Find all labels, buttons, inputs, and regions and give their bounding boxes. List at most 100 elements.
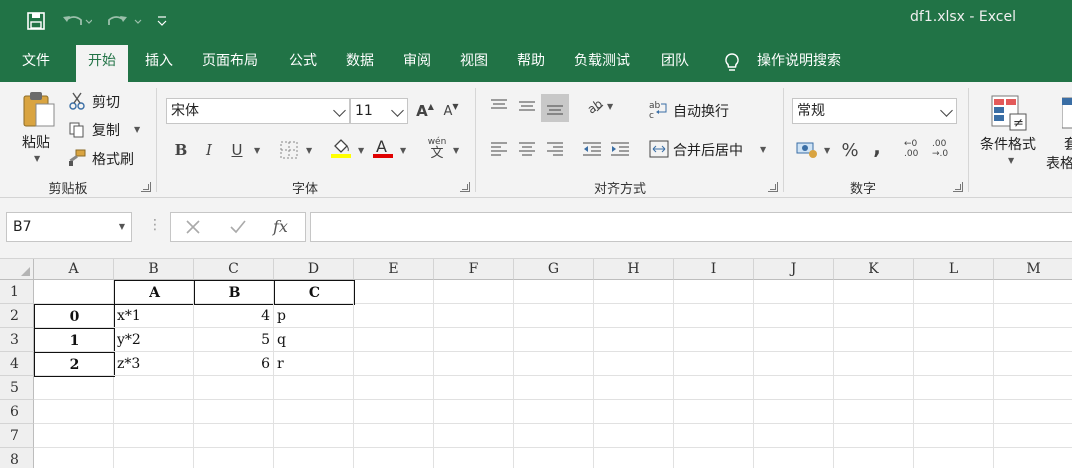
- cell-C3[interactable]: 5: [194, 328, 274, 352]
- orientation-icon[interactable]: ab: [584, 95, 606, 117]
- font-launcher-icon[interactable]: [460, 182, 470, 192]
- cell-B1[interactable]: A: [114, 280, 195, 305]
- cut-button[interactable]: 剪切: [92, 92, 120, 112]
- conditional-formatting-dropdown-icon[interactable]: ▼: [1008, 156, 1014, 165]
- empty-cell[interactable]: [34, 448, 114, 468]
- grow-font-button[interactable]: A ▲: [414, 100, 436, 122]
- decrease-indent-icon[interactable]: [581, 138, 603, 160]
- col-header-J[interactable]: J: [754, 259, 834, 280]
- tab-view[interactable]: 视图: [448, 45, 500, 82]
- align-center-icon[interactable]: [516, 138, 538, 160]
- empty-cell[interactable]: [834, 376, 914, 400]
- empty-cell[interactable]: [834, 304, 914, 328]
- empty-cell[interactable]: [274, 424, 354, 448]
- undo-icon[interactable]: [62, 10, 92, 32]
- font-name-select[interactable]: 宋体: [166, 98, 350, 124]
- col-header-C[interactable]: C: [194, 259, 274, 280]
- cell-D1[interactable]: C: [274, 280, 355, 305]
- empty-cell[interactable]: [434, 376, 514, 400]
- row-header-5[interactable]: 5: [0, 376, 34, 400]
- empty-cell[interactable]: [754, 328, 834, 352]
- empty-cell[interactable]: [514, 328, 594, 352]
- align-middle-icon[interactable]: [516, 95, 538, 117]
- empty-cell[interactable]: [754, 304, 834, 328]
- cell-A3[interactable]: 1: [34, 328, 115, 353]
- paste-icon[interactable]: [22, 90, 56, 134]
- empty-cell[interactable]: [674, 280, 754, 304]
- increase-indent-icon[interactable]: [609, 138, 631, 160]
- tab-page-layout[interactable]: 页面布局: [190, 45, 270, 82]
- empty-cell[interactable]: [34, 376, 114, 400]
- insert-function-icon[interactable]: fx: [273, 217, 288, 236]
- empty-cell[interactable]: [914, 448, 994, 468]
- format-as-table-button-partial[interactable]: 套: [1064, 134, 1072, 154]
- format-as-table-button-partial-2[interactable]: 表格: [1046, 153, 1072, 173]
- empty-cell[interactable]: [594, 280, 674, 304]
- cell-B4[interactable]: z*3: [114, 352, 194, 376]
- row-header-2[interactable]: 2: [0, 304, 34, 328]
- empty-cell[interactable]: [434, 448, 514, 468]
- empty-cell[interactable]: [34, 280, 114, 304]
- empty-cell[interactable]: [994, 448, 1072, 468]
- empty-cell[interactable]: [994, 328, 1072, 352]
- empty-cell[interactable]: [194, 448, 274, 468]
- paste-button[interactable]: 粘贴: [22, 132, 50, 152]
- empty-cell[interactable]: [514, 424, 594, 448]
- empty-cell[interactable]: [914, 376, 994, 400]
- empty-cell[interactable]: [354, 328, 434, 352]
- empty-cell[interactable]: [994, 376, 1072, 400]
- fill-color-dropdown-icon[interactable]: ▼: [358, 146, 364, 155]
- empty-cell[interactable]: [994, 280, 1072, 304]
- row-header-6[interactable]: 6: [0, 400, 34, 424]
- empty-cell[interactable]: [274, 448, 354, 468]
- redo-icon[interactable]: [106, 10, 142, 32]
- confirm-entry-icon[interactable]: [229, 219, 247, 239]
- col-header-K[interactable]: K: [834, 259, 914, 280]
- empty-cell[interactable]: [674, 400, 754, 424]
- empty-cell[interactable]: [274, 376, 354, 400]
- empty-cell[interactable]: [754, 280, 834, 304]
- paste-dropdown-icon[interactable]: ▼: [34, 154, 40, 163]
- align-top-icon[interactable]: [488, 95, 510, 117]
- empty-cell[interactable]: [354, 448, 434, 468]
- empty-cell[interactable]: [754, 400, 834, 424]
- tab-formulas[interactable]: 公式: [277, 45, 329, 82]
- empty-cell[interactable]: [514, 376, 594, 400]
- col-header-B[interactable]: B: [114, 259, 194, 280]
- underline-button[interactable]: U: [226, 139, 248, 161]
- col-header-F[interactable]: F: [434, 259, 514, 280]
- empty-cell[interactable]: [114, 376, 194, 400]
- phonetic-dropdown-icon[interactable]: ▼: [453, 146, 459, 155]
- tab-file[interactable]: 文件: [10, 45, 62, 82]
- empty-cell[interactable]: [594, 376, 674, 400]
- empty-cell[interactable]: [834, 352, 914, 376]
- align-bottom-icon[interactable]: [541, 94, 569, 122]
- empty-cell[interactable]: [834, 448, 914, 468]
- row-header-7[interactable]: 7: [0, 424, 34, 448]
- empty-cell[interactable]: [914, 400, 994, 424]
- name-box[interactable]: B7 ▼: [6, 212, 132, 242]
- align-left-icon[interactable]: [488, 138, 510, 160]
- number-launcher-icon[interactable]: [953, 182, 963, 192]
- empty-cell[interactable]: [674, 448, 754, 468]
- empty-cell[interactable]: [194, 400, 274, 424]
- empty-cell[interactable]: [354, 376, 434, 400]
- fill-color-icon[interactable]: [330, 137, 352, 159]
- empty-cell[interactable]: [434, 328, 514, 352]
- empty-cell[interactable]: [754, 424, 834, 448]
- empty-cell[interactable]: [674, 376, 754, 400]
- empty-cell[interactable]: [34, 424, 114, 448]
- empty-cell[interactable]: [914, 352, 994, 376]
- cell-C2[interactable]: 4: [194, 304, 274, 328]
- empty-cell[interactable]: [354, 400, 434, 424]
- row-header-1[interactable]: 1: [0, 280, 34, 304]
- empty-cell[interactable]: [434, 304, 514, 328]
- phonetic-guide-button[interactable]: wén 文: [424, 137, 450, 160]
- empty-cell[interactable]: [834, 400, 914, 424]
- empty-cell[interactable]: [914, 328, 994, 352]
- comma-style-button[interactable]: ,: [866, 135, 888, 159]
- empty-cell[interactable]: [114, 400, 194, 424]
- cell-C4[interactable]: 6: [194, 352, 274, 376]
- cell-D4[interactable]: r: [274, 352, 354, 376]
- empty-cell[interactable]: [514, 280, 594, 304]
